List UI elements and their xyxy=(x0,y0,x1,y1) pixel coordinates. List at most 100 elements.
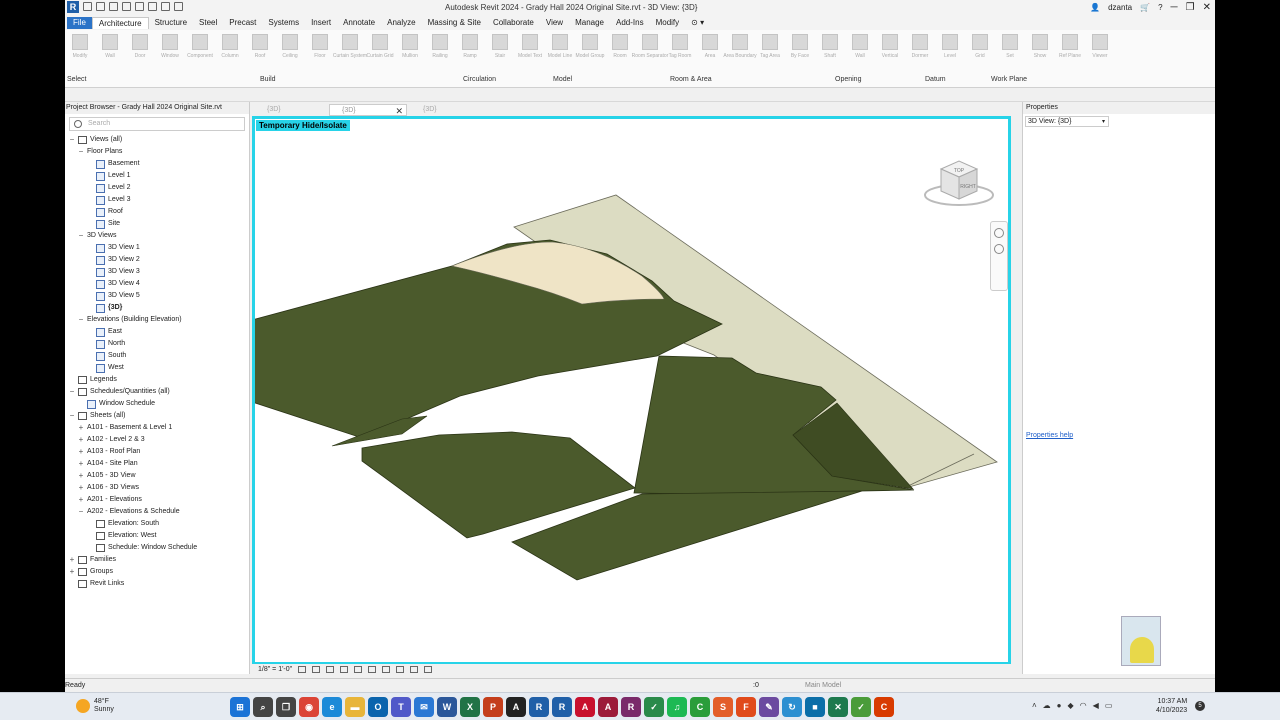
taskbar-app-blue-icon[interactable]: ■ xyxy=(805,697,825,717)
expand-icon[interactable]: + xyxy=(69,566,75,578)
project-browser-search[interactable]: Search xyxy=(69,117,245,131)
ribbon-tab-systems[interactable]: Systems xyxy=(262,17,305,29)
print-icon[interactable] xyxy=(148,2,157,11)
battery-icon[interactable]: ▭ xyxy=(1105,701,1113,710)
tree-item[interactable]: − Floor Plans xyxy=(78,146,123,158)
contextual-tab-icon[interactable]: ⊙ ▾ xyxy=(685,17,710,29)
taskbar-app-x-icon[interactable]: ✕ xyxy=(828,697,848,717)
tree-item[interactable]: Elevation: West xyxy=(87,530,157,542)
taskbar-app-f-icon[interactable]: F xyxy=(736,697,756,717)
tree-item[interactable]: North xyxy=(87,338,125,350)
tree-item[interactable]: + A102 - Level 2 & 3 xyxy=(78,434,145,446)
tree-item[interactable]: 3D View 1 xyxy=(87,242,140,254)
sun-path-icon[interactable] xyxy=(326,665,334,673)
ribbon-button-mullion[interactable]: Mullion xyxy=(397,32,423,72)
taskbar-app-green-icon[interactable]: ✓ xyxy=(644,697,664,717)
sync-icon[interactable] xyxy=(109,2,118,11)
collapse-icon[interactable]: − xyxy=(69,386,75,398)
taskbar-revit-2-icon[interactable]: R xyxy=(552,697,572,717)
ribbon-button-show[interactable]: Show xyxy=(1027,32,1053,72)
tree-item[interactable]: − A202 - Elevations & Schedule xyxy=(78,506,180,518)
ribbon-tab-steel[interactable]: Steel xyxy=(193,17,223,29)
shadows-icon[interactable] xyxy=(339,665,348,673)
ribbon-button-viewer[interactable]: Viewer xyxy=(1087,32,1113,72)
help-icon[interactable]: ? xyxy=(1158,3,1162,12)
ribbon-button-dormer[interactable]: Dormer xyxy=(907,32,933,72)
measure-icon[interactable] xyxy=(161,2,170,11)
lock-view-icon[interactable] xyxy=(395,665,404,673)
collapse-icon[interactable]: − xyxy=(78,314,84,326)
tree-item[interactable]: + A105 - 3D View xyxy=(78,470,136,482)
tree-item[interactable]: −3D Views xyxy=(78,230,117,242)
tree-item[interactable]: + A201 - Elevations xyxy=(78,494,142,506)
ribbon-button-area[interactable]: Area xyxy=(697,32,723,72)
collapse-icon[interactable]: − xyxy=(78,230,84,242)
collapse-icon[interactable]: − xyxy=(78,146,84,158)
dropbox-icon[interactable]: ◆ xyxy=(1068,701,1074,710)
tree-item[interactable]: Level 2 xyxy=(87,182,131,194)
cloud-icon[interactable]: ☁ xyxy=(1043,701,1051,710)
taskbar-start-icon[interactable]: ⊞ xyxy=(230,697,250,717)
taskbar-spotify-icon[interactable]: ♫ xyxy=(667,697,687,717)
tree-item[interactable]: Revit Links xyxy=(69,578,124,590)
ribbon-button-railing[interactable]: Railing xyxy=(427,32,453,72)
taskbar-word-icon[interactable]: W xyxy=(437,697,457,717)
ribbon-tab-structure[interactable]: Structure xyxy=(149,17,193,29)
taskbar-chrome-icon[interactable]: ◉ xyxy=(299,697,319,717)
ribbon-button-grid[interactable]: Grid xyxy=(967,32,993,72)
expand-icon[interactable]: + xyxy=(78,434,84,446)
panel-select[interactable]: Select xyxy=(67,76,86,83)
ribbon-button-tag-room[interactable]: Tag Room xyxy=(667,32,693,72)
taskbar-revit-3-icon[interactable]: R xyxy=(621,697,641,717)
weather-widget[interactable]: 48°F Sunny xyxy=(76,698,114,714)
ribbon-tab-analyze[interactable]: Analyze xyxy=(381,17,421,29)
taskbar-app-c-icon[interactable]: C xyxy=(690,697,710,717)
ribbon-button-shaft[interactable]: Shaft xyxy=(817,32,843,72)
taskbar-app-refresh-icon[interactable]: ↻ xyxy=(782,697,802,717)
expand-icon[interactable]: + xyxy=(78,494,84,506)
viewcube[interactable]: TOP RIGHT xyxy=(919,151,999,211)
tree-item[interactable]: − Elevations (Building Elevation) xyxy=(78,314,182,326)
tree-item[interactable]: {3D} xyxy=(87,302,122,314)
ribbon-button-set[interactable]: Set xyxy=(997,32,1023,72)
type-selector[interactable]: 3D View: {3D} ▾ xyxy=(1025,116,1109,127)
ribbon-button-modify[interactable]: Modify xyxy=(67,32,93,72)
3d-view-canvas[interactable]: Temporary Hide/Isolate TOP RIGHT xyxy=(252,116,1011,665)
ribbon-button-curtain-grid[interactable]: Curtain Grid xyxy=(367,32,393,72)
ribbon-tab-insert[interactable]: Insert xyxy=(305,17,337,29)
undo-icon[interactable] xyxy=(122,2,131,11)
tree-item[interactable]: Level 3 xyxy=(87,194,131,206)
taskbar-powerpoint-icon[interactable]: P xyxy=(483,697,503,717)
tree-item[interactable]: − Schedules/Quantities (all) xyxy=(69,386,170,398)
default-3d-view-icon[interactable] xyxy=(174,2,183,11)
ribbon-button-stair[interactable]: Stair xyxy=(487,32,513,72)
ribbon-button-model-line[interactable]: Model Line xyxy=(547,32,573,72)
ribbon-button-door[interactable]: Door xyxy=(127,32,153,72)
view-tab[interactable]: {3D} xyxy=(255,104,325,116)
taskbar-app-c2-icon[interactable]: C xyxy=(874,697,894,717)
collapse-icon[interactable]: − xyxy=(69,410,75,422)
steering-wheel-icon[interactable] xyxy=(994,228,1004,238)
ribbon-button-window[interactable]: Window xyxy=(157,32,183,72)
taskbar-app-note-icon[interactable]: ✓ xyxy=(851,697,871,717)
ribbon-button-wall[interactable]: Wall xyxy=(847,32,873,72)
tree-item[interactable]: + A101 - Basement & Level 1 xyxy=(78,422,173,434)
temporary-hide-icon[interactable] xyxy=(409,665,418,673)
expand-icon[interactable]: + xyxy=(69,554,75,566)
ribbon-tab-add-ins[interactable]: Add-Ins xyxy=(610,17,650,29)
tree-item[interactable]: + A106 - 3D Views xyxy=(78,482,139,494)
taskbar-autocad-2-icon[interactable]: A xyxy=(575,697,595,717)
taskbar-excel-icon[interactable]: X xyxy=(460,697,480,717)
ribbon-button-wall[interactable]: Wall xyxy=(97,32,123,72)
collapse-icon[interactable]: − xyxy=(78,506,84,518)
tree-item[interactable]: Legends xyxy=(69,374,117,386)
user-name[interactable]: dzanta xyxy=(1108,3,1132,12)
expand-icon[interactable]: + xyxy=(78,422,84,434)
redo-icon[interactable] xyxy=(135,2,144,11)
tree-item[interactable]: + Families xyxy=(69,554,116,566)
taskbar-app-pen-icon[interactable]: ✎ xyxy=(759,697,779,717)
tree-item[interactable]: Level 1 xyxy=(87,170,131,182)
ribbon-button-curtain-system[interactable]: Curtain System xyxy=(333,32,367,72)
tree-item[interactable]: Schedule: Window Schedule xyxy=(87,542,197,554)
tree-item[interactable]: Window Schedule xyxy=(78,398,155,410)
